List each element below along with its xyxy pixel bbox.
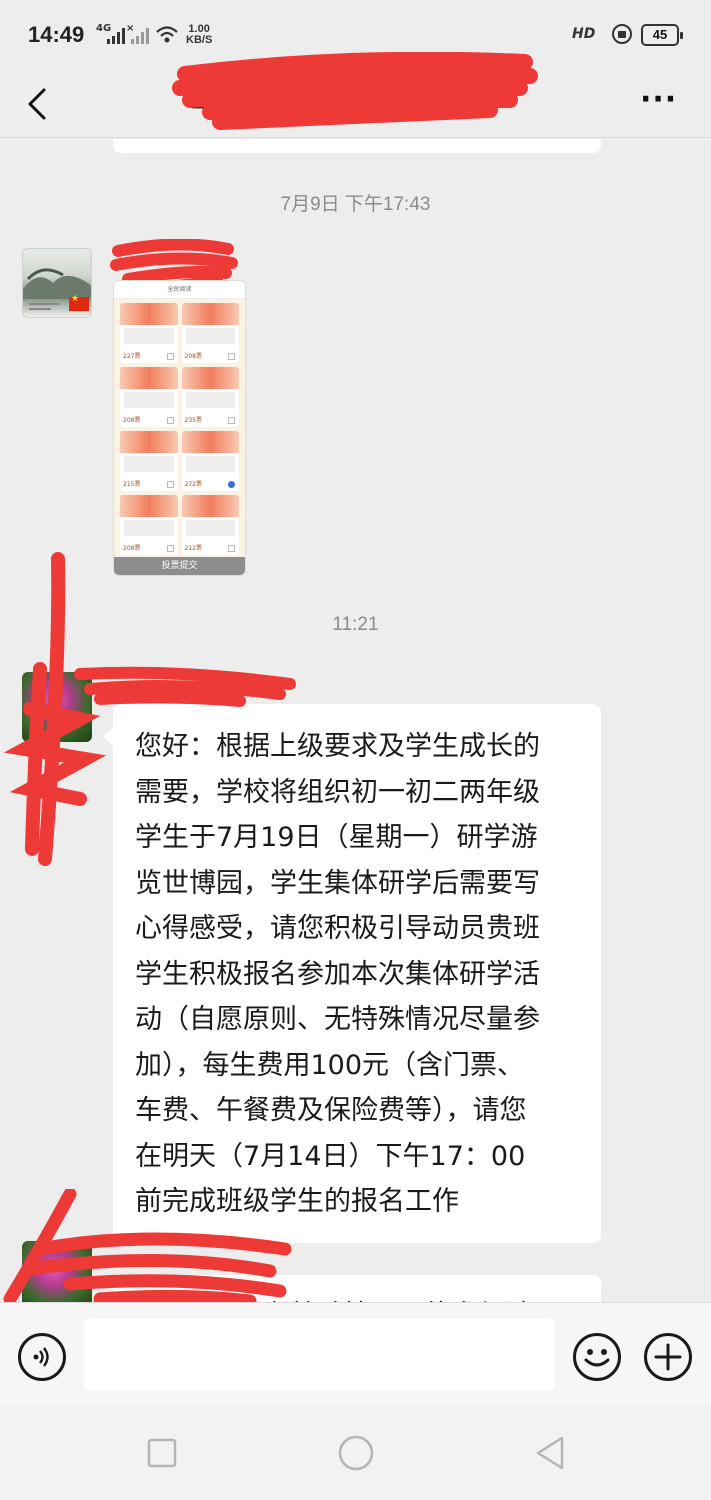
chat-message-list[interactable]: 7月9日 下午17:43 全民阅读 227票 208票 208票 235票 215票 27… [0, 139, 711, 1302]
chat-header: 20 ··· [0, 52, 711, 138]
vote-submit-bar: 投票提交 [114, 557, 245, 575]
message-text: 您好：根据上级要求及学生成长的 需要，学校将组织初一初二两年级 学生于7月19日（星… [135, 724, 579, 1225]
vote-card-poster [120, 367, 178, 389]
vote-card-poster [181, 495, 239, 517]
text-message-bubble[interactable]: 您好：根据上级要求及学生成长的 需要，学校将组织初一初二两年级 学生于7月19日（星… [103, 704, 601, 1243]
vote-card-caption [124, 328, 174, 344]
partial-message-bubble[interactable]: 有特殊情况不能参加请 [113, 1275, 601, 1302]
vote-card-poster [181, 303, 239, 325]
vote-card-poster [181, 431, 239, 453]
china-flag-icon [69, 294, 89, 311]
status-time: 14:49 [28, 22, 85, 47]
vote-checkbox-icon [166, 353, 174, 360]
image-message[interactable]: 全民阅读 227票 208票 208票 235票 215票 272票 208票 212票 投票… [113, 280, 246, 576]
previous-message-bubble[interactable] [113, 139, 601, 153]
vote-checkbox-icon [166, 481, 174, 488]
vote-count: 272票 [184, 481, 202, 488]
vote-card-poster [120, 495, 178, 517]
voice-input-button[interactable] [18, 1333, 66, 1381]
vote-card-grid: 227票 208票 208票 235票 215票 272票 208票 212票 [114, 299, 245, 559]
vote-count: 215票 [123, 481, 141, 488]
message-line: 心得感受，请您积极引导动员贵班 [135, 913, 540, 944]
vote-card-poster [120, 431, 178, 453]
partial-message-text: 有特殊情况不能参加请 [263, 1293, 533, 1302]
vote-card: 272票 [181, 431, 239, 491]
sender-avatar[interactable] [22, 672, 92, 742]
message-line: 需要，学校将组织初一初二两年级 [135, 776, 540, 808]
vote-card: 235票 [181, 367, 239, 427]
more-functions-button[interactable] [644, 1333, 692, 1381]
vote-card-caption [124, 520, 174, 536]
voice-icon [33, 1347, 49, 1367]
vote-card-caption [185, 392, 235, 408]
vote-card: 212票 [181, 495, 239, 555]
message-line: 学生于7月19日（星期一）研学游 [135, 822, 538, 853]
signal-icon [107, 28, 125, 44]
message-line: 学生积极报名参加本次集体研学活 [135, 958, 540, 990]
vote-checkbox-icon [166, 545, 174, 552]
vote-card-poster [120, 303, 178, 325]
vote-card-caption [124, 456, 174, 472]
recent-apps-square-icon[interactable] [142, 1433, 182, 1473]
image-header: 全民阅读 [114, 281, 245, 299]
vote-count: 208票 [123, 417, 141, 424]
timestamp: 7月9日 下午17:43 [280, 194, 431, 215]
vote-card: 208票 [181, 303, 239, 363]
vote-count: 212票 [184, 545, 202, 552]
vote-card-caption [185, 456, 235, 472]
back-arrow-icon[interactable] [24, 86, 54, 122]
status-bar: 14:49 4G × 1.00 KB/S HD 45 [0, 0, 711, 72]
message-input[interactable] [84, 1319, 555, 1391]
vote-checkbox-icon [166, 417, 174, 424]
home-circle-icon[interactable] [336, 1433, 376, 1473]
vote-count: 235票 [184, 417, 202, 424]
vote-card: 215票 [120, 431, 178, 491]
vote-checkbox-icon [228, 353, 235, 360]
message-line: 车费、午餐费及保险费等），请您 [135, 1095, 527, 1126]
vote-card-caption [185, 520, 235, 536]
vote-card: 227票 [120, 303, 178, 363]
emoji-icon [584, 1349, 610, 1367]
vote-checkbox-icon [228, 545, 235, 552]
emoji-button[interactable] [573, 1333, 621, 1381]
input-bar [0, 1302, 711, 1405]
vote-checkbox-icon [228, 481, 235, 488]
signal-2-icon [131, 28, 149, 44]
message-line: 前完成班级学生的报名工作 [135, 1186, 459, 1217]
vote-card-caption [124, 392, 174, 408]
wifi-icon [156, 26, 178, 43]
plus-icon [654, 1343, 682, 1371]
vote-card: 208票 [120, 367, 178, 427]
message-line: 览世博园，学生集体研学后需要写 [135, 867, 540, 899]
message-line: 加），每生费用100元（含门票、 [135, 1049, 525, 1081]
vote-checkbox-icon [228, 417, 235, 424]
chat-title: 20 [190, 82, 229, 115]
lock-icon [612, 24, 632, 44]
vote-card-poster [181, 367, 239, 389]
more-options-button[interactable]: ··· [640, 82, 677, 117]
vote-count: 227票 [123, 353, 141, 360]
network-speed: 1.00 KB/S [186, 24, 212, 46]
hd-icon: HD [572, 26, 596, 42]
vote-card: 208票 [120, 495, 178, 555]
sender-avatar[interactable] [22, 248, 92, 318]
sender-avatar[interactable] [22, 1241, 92, 1302]
vote-card-caption [185, 328, 235, 344]
message-line: 在明天（7月14日）下午17：00 [135, 1140, 526, 1172]
speed-unit: KB/S [186, 34, 213, 46]
vote-count: 208票 [123, 545, 141, 552]
timestamp: 11:21 [332, 614, 379, 635]
message-line: 您好：根据上级要求及学生成长的 [135, 731, 540, 762]
message-line: 动（自愿原则、无特殊情况尽量参 [135, 1004, 540, 1035]
back-triangle-icon[interactable] [530, 1433, 570, 1473]
system-nav-bar [0, 1405, 711, 1500]
battery-icon: 45 [641, 24, 683, 46]
vote-count: 208票 [184, 353, 202, 360]
